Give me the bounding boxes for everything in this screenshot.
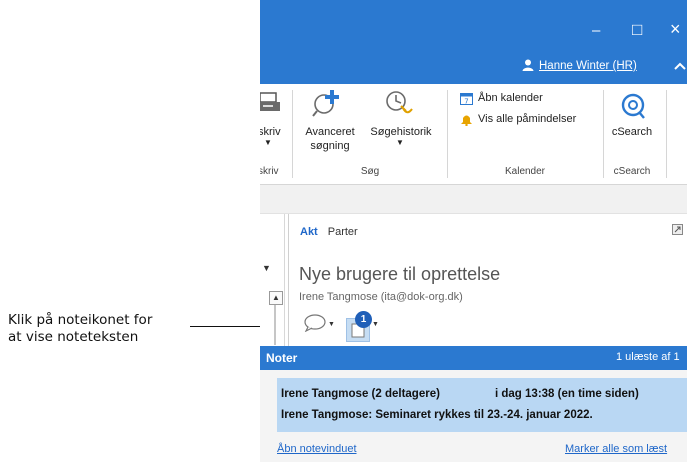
group-separator (666, 90, 667, 178)
advanced-search-label-1[interactable]: Avanceret (300, 126, 360, 138)
tab-bar: Akt Parter (300, 226, 358, 238)
maximize-button[interactable]: □ (632, 20, 642, 40)
popout-icon[interactable] (672, 222, 683, 240)
title-bar (260, 0, 687, 52)
toolbar-strip (260, 185, 687, 214)
chevron-down-icon[interactable]: ▼ (372, 321, 379, 328)
note-count-badge: 1 (355, 311, 372, 328)
callout-line-2: at vise noteteksten (8, 329, 139, 345)
calendar-group-name: Kalender (504, 166, 546, 177)
search-history-label[interactable]: Søgehistorik (366, 126, 436, 138)
tab-parter[interactable]: Parter (328, 226, 358, 238)
chevron-up-icon[interactable] (674, 58, 686, 74)
chevron-down-icon[interactable]: ▼ (264, 138, 272, 147)
chevron-down-icon[interactable]: ▼ (328, 321, 335, 328)
scroll-up-button[interactable]: ▲ (269, 291, 283, 305)
callout-line-1: Klik på noteikonet for (8, 312, 153, 328)
print-group-name: skriv (260, 166, 279, 177)
advanced-search-icon[interactable] (312, 88, 344, 123)
notes-unread-status: 1 ulæste af 1 (616, 351, 680, 363)
advanced-search-label-2[interactable]: søgning (300, 140, 360, 152)
print-icon[interactable] (260, 90, 280, 119)
chevron-down-icon[interactable]: ▼ (396, 138, 404, 147)
chevron-down-icon[interactable]: ▼ (262, 263, 271, 273)
notes-title: Noter (266, 351, 298, 365)
search-group-name: Søg (360, 166, 380, 177)
minimize-button[interactable]: – (592, 22, 600, 39)
group-separator (447, 90, 448, 178)
callout-text: Klik på noteikonet for at vise notetekst… (8, 312, 198, 346)
mark-all-read-link[interactable]: Marker alle som læst (565, 443, 667, 455)
comment-icon[interactable] (304, 314, 326, 337)
tab-akt[interactable]: Akt (300, 226, 318, 238)
csearch-icon[interactable] (619, 92, 647, 125)
close-button[interactable]: × (670, 19, 681, 40)
csearch-group-name: cSearch (613, 166, 651, 177)
print-button-label[interactable]: skriv (260, 126, 281, 138)
search-history-icon[interactable] (385, 90, 415, 123)
user-icon (522, 58, 534, 76)
notes-header: Noter 1 ulæste af 1 (260, 346, 687, 370)
bell-icon[interactable] (460, 113, 473, 131)
message-subject: Nye brugere til oprettelse (299, 264, 501, 284)
calendar-day: 7 (464, 98, 468, 106)
csearch-button-label[interactable]: cSearch (604, 126, 660, 138)
pane-divider[interactable] (288, 214, 289, 346)
open-calendar-button[interactable]: Åbn kalender (478, 92, 543, 104)
message-sender: Irene Tangmose (ita@dok-org.dk) (299, 291, 463, 303)
app-window: – □ × Hanne Winter (HR) skriv ▼ skriv Av… (260, 0, 687, 462)
open-notes-window-link[interactable]: Åbn notevinduet (277, 443, 357, 455)
show-reminders-button[interactable]: Vis alle påmindelser (478, 113, 576, 125)
note-author: Irene Tangmose (2 deltagere) (281, 388, 440, 400)
scrollbar[interactable] (274, 305, 276, 345)
note-text: Irene Tangmose: Seminaret rykkes til 23.… (281, 409, 593, 421)
user-name-link[interactable]: Hanne Winter (HR) (539, 60, 637, 72)
calendar-icon[interactable]: 7 (460, 92, 473, 110)
note-time: i dag 13:38 (en time siden) (495, 388, 639, 400)
note-item[interactable]: Irene Tangmose (2 deltagere) i dag 13:38… (277, 378, 687, 432)
group-separator (292, 90, 293, 178)
